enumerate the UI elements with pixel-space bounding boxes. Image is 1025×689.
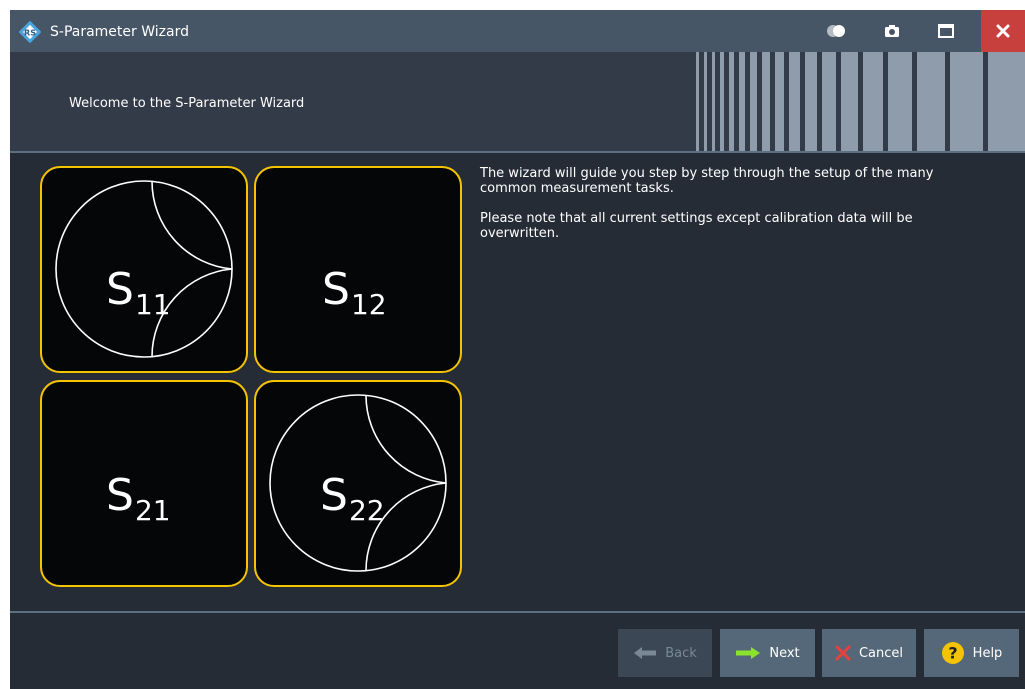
footer-divider (10, 611, 1025, 613)
arrow-right-icon (736, 647, 761, 659)
close-button[interactable] (981, 10, 1025, 52)
tile-s22[interactable]: S22 (254, 380, 462, 587)
next-button[interactable]: Next (720, 629, 815, 677)
next-button-label: Next (769, 645, 800, 661)
svg-text:?: ? (948, 644, 957, 663)
tile-s21-label: S21 (106, 470, 171, 527)
svg-text:RS: RS (24, 29, 36, 38)
window-title: S-Parameter Wizard (50, 24, 189, 40)
title-bar: RS S-Parameter Wizard (10, 10, 1025, 52)
wizard-description: The wizard will guide you step by step t… (480, 166, 980, 256)
x-icon (835, 645, 851, 661)
wizard-window: RS S-Parameter Wizard Welcome to the S-P… (10, 10, 1025, 689)
maximize-icon (938, 24, 954, 38)
tile-s11-label: S11 (106, 264, 171, 321)
close-icon (996, 24, 1010, 38)
header-divider (10, 151, 1025, 153)
camera-icon (885, 25, 899, 37)
back-button[interactable]: Back (618, 629, 712, 677)
header-stripes-decoration (696, 52, 1025, 152)
toggle-icon (827, 25, 845, 37)
description-paragraph-1: The wizard will guide you step by step t… (480, 166, 934, 196)
tile-s12[interactable]: S12 (254, 166, 462, 373)
description-paragraph-2: Please note that all current settings ex… (480, 211, 913, 241)
question-icon: ? (941, 642, 964, 664)
tile-s12-label: S12 (322, 264, 387, 321)
back-button-label: Back (665, 645, 697, 661)
maximize-button[interactable] (928, 10, 964, 52)
rohde-schwarz-logo-icon: RS (19, 21, 41, 43)
welcome-heading: Welcome to the S-Parameter Wizard (69, 96, 305, 111)
cancel-button-label: Cancel (858, 645, 904, 661)
screenshot-button[interactable] (874, 10, 910, 52)
tile-s11[interactable]: S11 (40, 166, 248, 373)
help-button[interactable]: ? Help (924, 629, 1019, 677)
cancel-button[interactable]: Cancel (822, 629, 916, 677)
help-button-label: Help (972, 645, 1003, 661)
arrow-left-icon (634, 647, 657, 659)
wizard-header: Welcome to the S-Parameter Wizard (10, 52, 1025, 152)
tile-s22-label: S22 (320, 470, 385, 527)
tile-s21[interactable]: S21 (40, 380, 248, 587)
toggle-button[interactable] (818, 10, 854, 52)
